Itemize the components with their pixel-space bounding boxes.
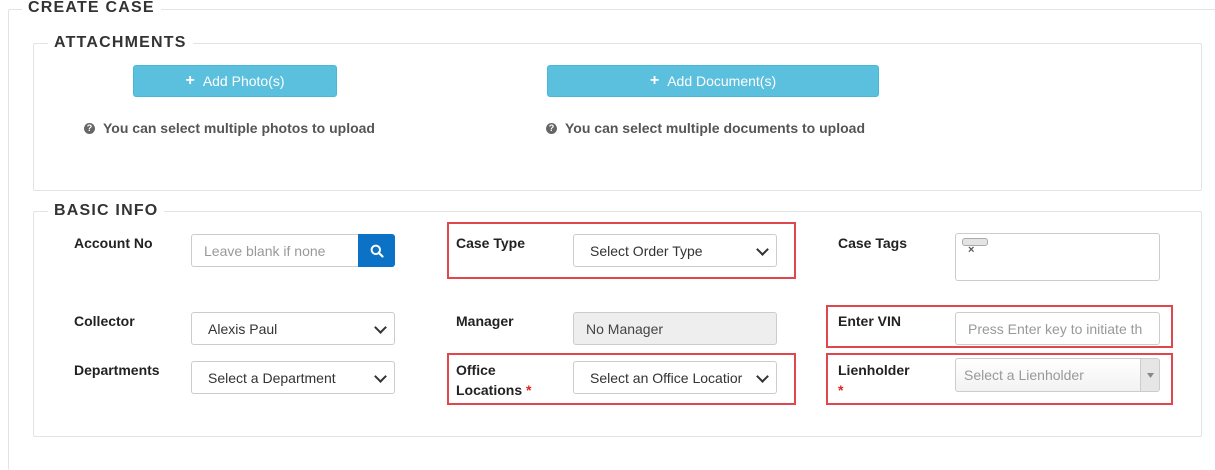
- basic-info-title: BASIC INFO: [48, 202, 165, 220]
- departments-value: Select a Department: [208, 369, 336, 386]
- question-circle-icon: ?: [84, 122, 95, 134]
- account-no-input[interactable]: Leave blank if none: [191, 234, 359, 267]
- departments-label: Departments: [74, 362, 160, 378]
- lienholder-highlight: [826, 353, 1173, 405]
- add-photos-button[interactable]: + Add Photo(s): [133, 65, 337, 97]
- photos-hint: ? You can select multiple photos to uplo…: [84, 120, 375, 136]
- plus-icon: +: [649, 72, 660, 89]
- collector-label: Collector: [74, 313, 135, 329]
- documents-hint: ? You can select multiple documents to u…: [546, 120, 865, 136]
- office-locations-highlight: [447, 353, 796, 405]
- plus-icon: +: [185, 72, 195, 89]
- close-icon[interactable]: ×: [968, 245, 974, 256]
- chevron-down-icon: [374, 370, 387, 383]
- search-icon: [370, 244, 384, 258]
- add-documents-button[interactable]: + Add Document(s): [547, 65, 879, 97]
- account-search-button[interactable]: [358, 234, 395, 267]
- add-documents-label: Add Document(s): [667, 73, 777, 89]
- departments-select[interactable]: Select a Department: [191, 361, 395, 394]
- attachments-title: ATTACHMENTS: [48, 34, 193, 52]
- manager-value: No Manager: [586, 320, 664, 337]
- tag-chip[interactable]: ×: [962, 238, 988, 256]
- documents-hint-text: You can select multiple documents to upl…: [565, 120, 866, 136]
- photos-hint-text: You can select multiple photos to upload: [103, 120, 375, 136]
- manager-field: No Manager: [573, 312, 777, 345]
- create-case-title: CREATE CASE: [22, 0, 161, 17]
- account-no-placeholder: Leave blank if none: [204, 242, 326, 259]
- account-no-label: Account No: [74, 235, 153, 251]
- case-tags-input[interactable]: ×: [955, 233, 1160, 281]
- case-type-highlight: [447, 222, 796, 279]
- add-photos-label: Add Photo(s): [202, 73, 285, 89]
- chevron-down-icon: [374, 321, 387, 334]
- collector-select[interactable]: Alexis Paul: [191, 312, 395, 345]
- enter-vin-highlight: [826, 305, 1173, 348]
- collector-value: Alexis Paul: [208, 320, 278, 337]
- case-tags-label: Case Tags: [838, 235, 907, 251]
- manager-label: Manager: [456, 313, 514, 329]
- question-circle-icon: ?: [546, 122, 557, 134]
